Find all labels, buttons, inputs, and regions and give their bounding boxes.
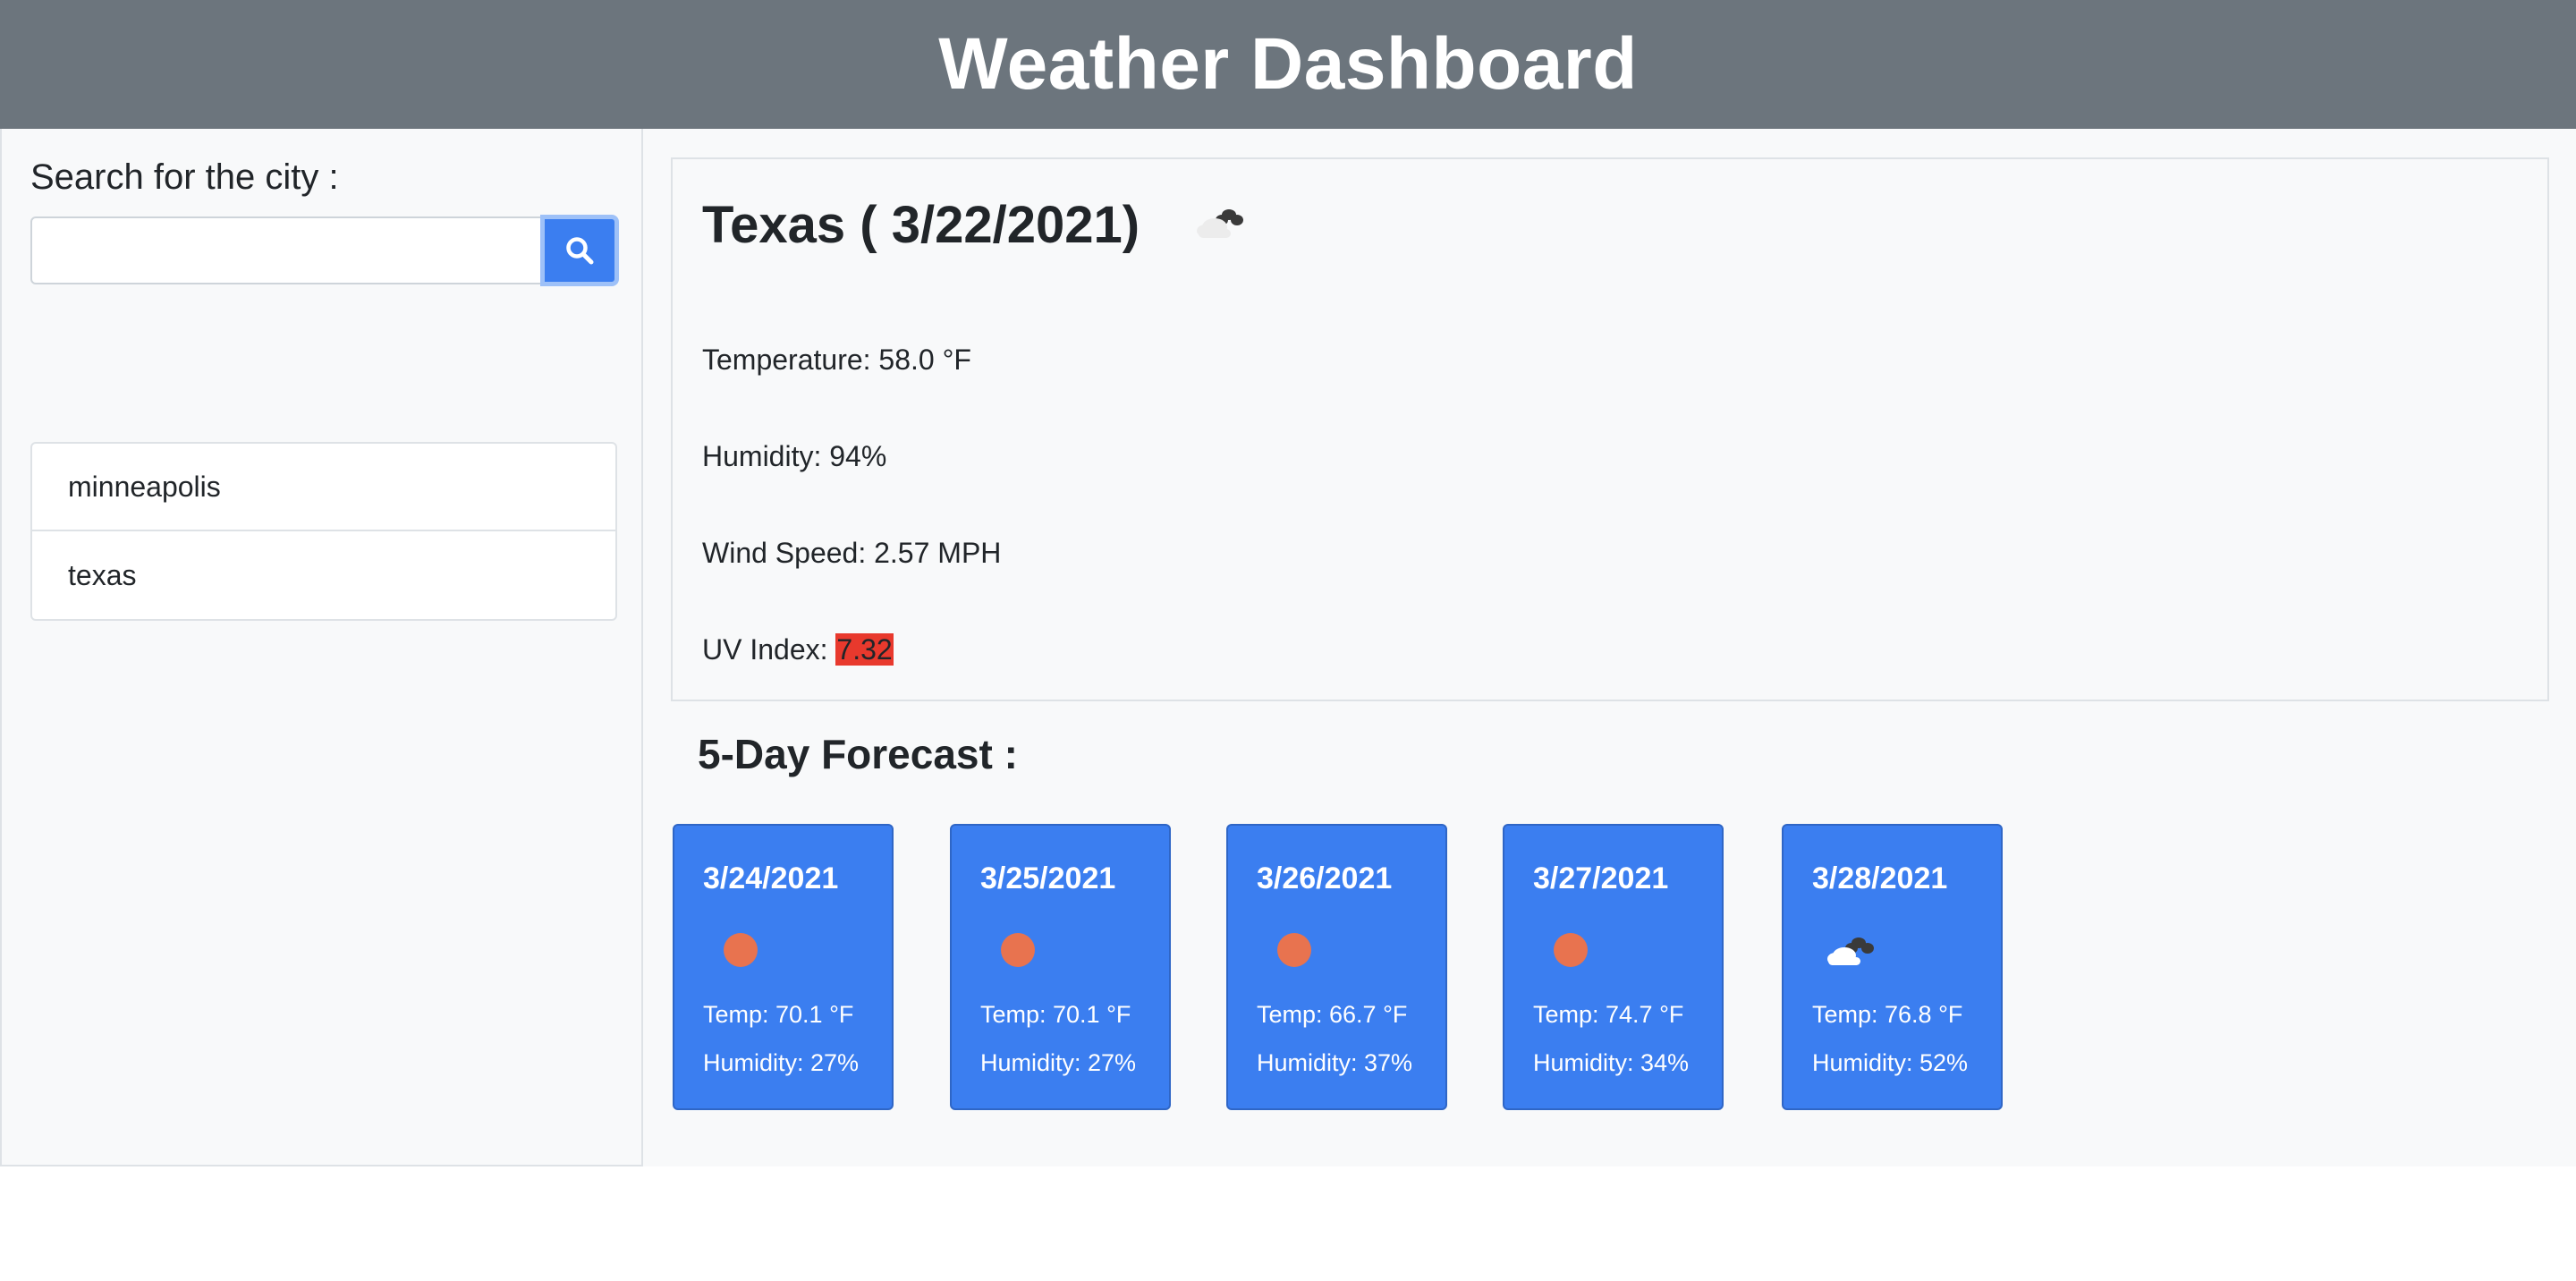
forecast-temp: Temp: 70.1 °F — [980, 1001, 1131, 1028]
search-icon — [566, 237, 594, 265]
current-city-title: Texas ( 3/22/2021) — [702, 196, 1140, 254]
forecast-date: 3/25/2021 — [980, 861, 1116, 895]
cloud-icon — [1197, 209, 1243, 238]
page-title: Weather Dashboard — [938, 23, 1638, 105]
forecast-temp: Temp: 70.1 °F — [703, 1001, 854, 1028]
forecast-title: 5-Day Forecast : — [698, 731, 1018, 777]
cloud-icon — [1827, 937, 1874, 965]
forecast-card: 3/28/2021 Temp: 76.8 °F Humidity: 52% — [1782, 824, 2003, 1110]
search-label: Search for the city : — [30, 157, 339, 197]
forecast-humidity: Humidity: 37% — [1257, 1049, 1413, 1076]
search-history-list: minneapolis texas — [30, 442, 617, 621]
forecast-temp: Temp: 66.7 °F — [1257, 1001, 1408, 1028]
list-item[interactable]: texas — [32, 531, 615, 619]
forecast-temp: Temp: 74.7 °F — [1533, 1001, 1684, 1028]
search-button[interactable] — [540, 215, 619, 286]
forecast-card: 3/25/2021 Temp: 70.1 °F Humidity: 27% — [950, 824, 1171, 1110]
uv-value-badge: 7.32 — [835, 633, 894, 666]
current-wind-speed: Wind Speed: 2.57 MPH — [702, 537, 1002, 569]
list-item[interactable]: minneapolis — [32, 444, 615, 531]
search-input[interactable] — [30, 216, 542, 284]
forecast-date: 3/24/2021 — [703, 861, 839, 895]
forecast-humidity: Humidity: 27% — [703, 1049, 860, 1076]
main-content: Texas ( 3/22/2021) Temperature: 58.0 °F … — [643, 129, 2576, 1166]
sun-icon — [724, 933, 758, 967]
sun-icon — [1277, 933, 1311, 967]
forecast-humidity: Humidity: 52% — [1812, 1049, 1969, 1076]
forecast-date: 3/28/2021 — [1812, 861, 1948, 895]
sun-icon — [1001, 933, 1035, 967]
forecast-date: 3/27/2021 — [1533, 861, 1669, 895]
forecast-card: 3/26/2021 Temp: 66.7 °F Humidity: 37% — [1226, 824, 1447, 1110]
forecast-temp: Temp: 76.8 °F — [1812, 1001, 1963, 1028]
sidebar: Search for the city : minneapolis texas — [0, 129, 643, 1166]
current-weather-card: Texas ( 3/22/2021) Temperature: 58.0 °F … — [671, 157, 2549, 701]
header: Weather Dashboard — [0, 0, 2576, 129]
uv-label: UV Index: — [702, 633, 836, 666]
forecast-humidity: Humidity: 27% — [980, 1049, 1137, 1076]
current-uv-index: UV Index: 7.32 — [702, 633, 894, 666]
forecast-card: 3/24/2021 Temp: 70.1 °F Humidity: 27% — [673, 824, 894, 1110]
current-temperature: Temperature: 58.0 °F — [702, 344, 971, 376]
current-humidity: Humidity: 94% — [702, 440, 887, 472]
forecast-humidity: Humidity: 34% — [1533, 1049, 1690, 1076]
forecast-date: 3/26/2021 — [1257, 861, 1393, 895]
forecast-card: 3/27/2021 Temp: 74.7 °F Humidity: 34% — [1503, 824, 1724, 1110]
sun-icon — [1554, 933, 1588, 967]
